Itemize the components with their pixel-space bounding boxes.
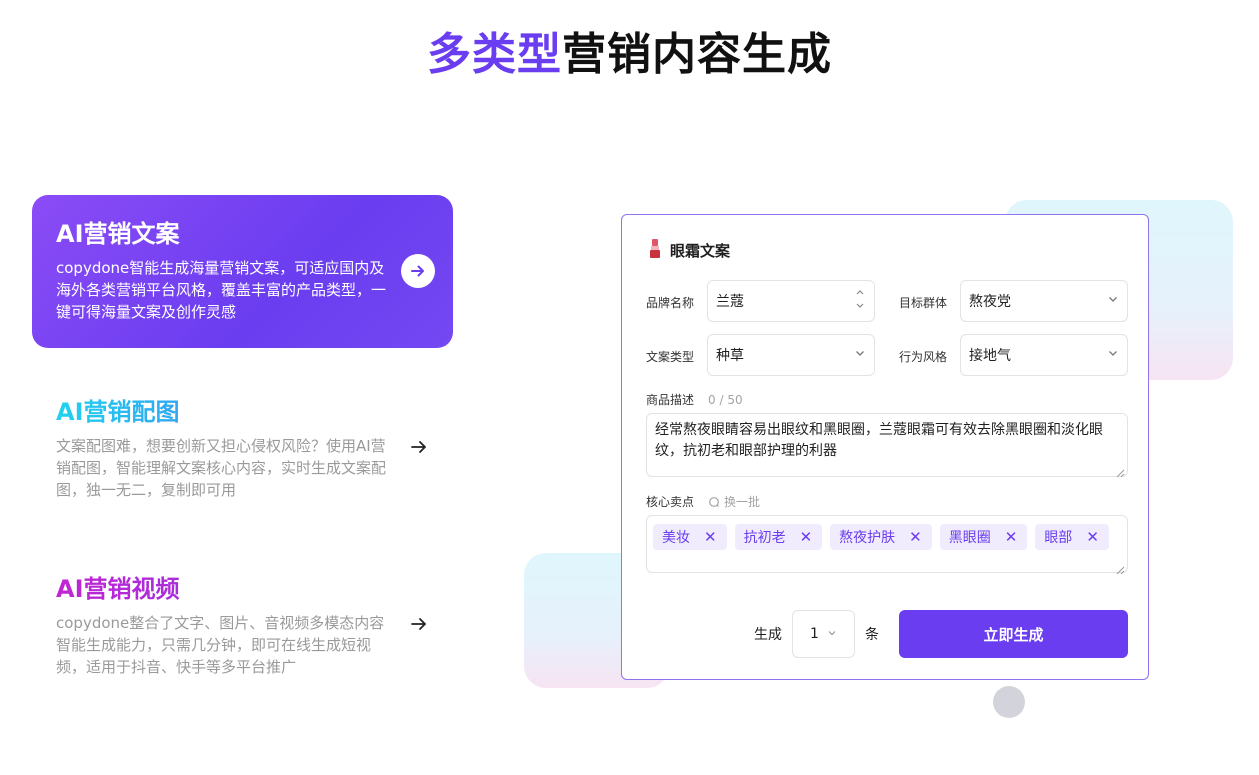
feature-desc: copydone智能生成海量营销文案，可适应国内及海外各类营销平台风格，覆盖丰富… [56, 259, 387, 321]
spinner-icon[interactable] [854, 286, 866, 316]
refresh-icon [709, 496, 719, 507]
feature-title: AI营销配图 [56, 395, 429, 429]
copytype-select[interactable]: 种草 [707, 334, 875, 376]
brand-value: 兰蔻 [716, 294, 744, 310]
arrow-right-icon[interactable] [407, 612, 431, 636]
generate-row: 生成 1 条 [754, 610, 879, 658]
points-label: 核心卖点 [646, 495, 695, 509]
style-label-row: 行为风格 [899, 348, 947, 365]
target-value: 熬夜党 [969, 294, 1011, 310]
chevron-down-icon [827, 626, 837, 642]
tag[interactable]: 黑眼圈 ✕ [939, 524, 1028, 550]
page-title-accent: 多类型 [427, 29, 562, 80]
feature-card-video[interactable]: AI营销视频 copydone整合了文字、图片、音视频多模态内容智能生成能力，只… [32, 560, 453, 690]
close-icon[interactable]: ✕ [800, 529, 813, 545]
lipstick-icon [646, 237, 666, 263]
tag[interactable]: 眼部 ✕ [1035, 524, 1109, 550]
resize-handle-icon[interactable] [1115, 464, 1125, 478]
tag-label: 美妆 [662, 530, 690, 546]
copytype-value: 种草 [716, 348, 744, 364]
generate-prefix: 生成 [754, 627, 782, 643]
close-icon[interactable]: ✕ [1086, 529, 1099, 545]
card-title: 眼霜文案 [670, 241, 731, 260]
card-header: 眼霜文案 [646, 237, 730, 263]
tag-label: 黑眼圈 [948, 530, 991, 546]
generate-suffix: 条 [865, 627, 879, 643]
close-icon[interactable]: ✕ [1005, 529, 1018, 545]
desc-counter: 0 / 50 [708, 392, 743, 407]
target-label: 目标群体 [899, 296, 948, 310]
feature-desc: copydone整合了文字、图片、音视频多模态内容智能生成能力，只需几分钟，即可… [56, 614, 385, 676]
arrow-right-icon[interactable] [407, 435, 431, 459]
tag-label: 熬夜护肤 [839, 530, 896, 546]
refresh-label: 换一批 [724, 495, 761, 509]
generate-button[interactable]: 立即生成 [899, 610, 1128, 658]
style-label: 行为风格 [899, 350, 948, 364]
style-value: 接地气 [969, 348, 1011, 364]
count-select[interactable]: 1 [792, 610, 855, 658]
tag[interactable]: 抗初老 ✕ [734, 524, 823, 550]
desc-label-row: 商品描述 0 / 50 [646, 391, 743, 408]
page-title: 多类型营销内容生成 [0, 18, 1259, 82]
points-label-row: 核心卖点 换一批 [646, 493, 760, 510]
feature-title: AI营销文案 [56, 220, 180, 248]
target-label-row: 目标群体 [899, 294, 947, 311]
close-icon[interactable]: ✕ [704, 529, 717, 545]
brand-label: 品牌名称 [646, 296, 695, 310]
copy-form-card: 眼霜文案 品牌名称 兰蔻 目标群体 熬夜党 文案类型 种草 行为风格 接地气 商… [621, 214, 1149, 680]
brand-field[interactable]: 兰蔻 [707, 280, 875, 322]
page: 多类型营销内容生成 AI营销文案 copydone智能生成海量营销文案，可适应国… [0, 0, 1259, 775]
page-title-rest: 营销内容生成 [562, 29, 832, 80]
resize-handle-icon[interactable] [1115, 560, 1125, 575]
desc-textarea[interactable]: 经常熬夜眼睛容易出眼纹和黑眼圈，兰蔻眼霜可有效去除黑眼圈和淡化眼纹，抗初老和眼部… [646, 413, 1128, 478]
tag[interactable]: 美妆 ✕ [653, 524, 727, 550]
target-select[interactable]: 熬夜党 [960, 280, 1128, 322]
desc-label: 商品描述 [646, 393, 695, 407]
count-value: 1 [810, 626, 819, 642]
carousel-dot[interactable] [993, 686, 1025, 718]
brand-label-row: 品牌名称 [646, 294, 694, 311]
arrow-right-icon[interactable] [401, 254, 435, 288]
close-icon[interactable]: ✕ [909, 529, 922, 545]
feature-card-copywriting[interactable]: AI营销文案 copydone智能生成海量营销文案，可适应国内及海外各类营销平台… [32, 195, 453, 348]
selling-points-box[interactable]: 美妆 ✕ 抗初老 ✕ 熬夜护肤 ✕ 黑眼圈 ✕ 眼部 ✕ [646, 515, 1128, 575]
feature-card-images[interactable]: AI营销配图 文案配图难，想要创新又担心侵权风险？使用AI营销配图，智能理解文案… [32, 383, 453, 513]
chevron-down-icon [1107, 347, 1119, 363]
tag-label: 眼部 [1044, 530, 1073, 546]
copytype-label: 文案类型 [646, 350, 695, 364]
refresh-button[interactable]: 换一批 [708, 493, 760, 510]
feature-desc: 文案配图难，想要创新又担心侵权风险？使用AI营销配图，智能理解文案核心内容，实时… [56, 437, 387, 499]
tag[interactable]: 熬夜护肤 ✕ [830, 524, 932, 550]
desc-value: 经常熬夜眼睛容易出眼纹和黑眼圈，兰蔻眼霜可有效去除黑眼圈和淡化眼纹，抗初老和眼部… [655, 422, 1103, 459]
copytype-label-row: 文案类型 [646, 348, 694, 365]
chevron-down-icon [1107, 293, 1119, 309]
feature-title: AI营销视频 [56, 572, 429, 606]
tag-label: 抗初老 [743, 530, 786, 546]
chevron-down-icon [854, 347, 866, 363]
style-select[interactable]: 接地气 [960, 334, 1128, 376]
